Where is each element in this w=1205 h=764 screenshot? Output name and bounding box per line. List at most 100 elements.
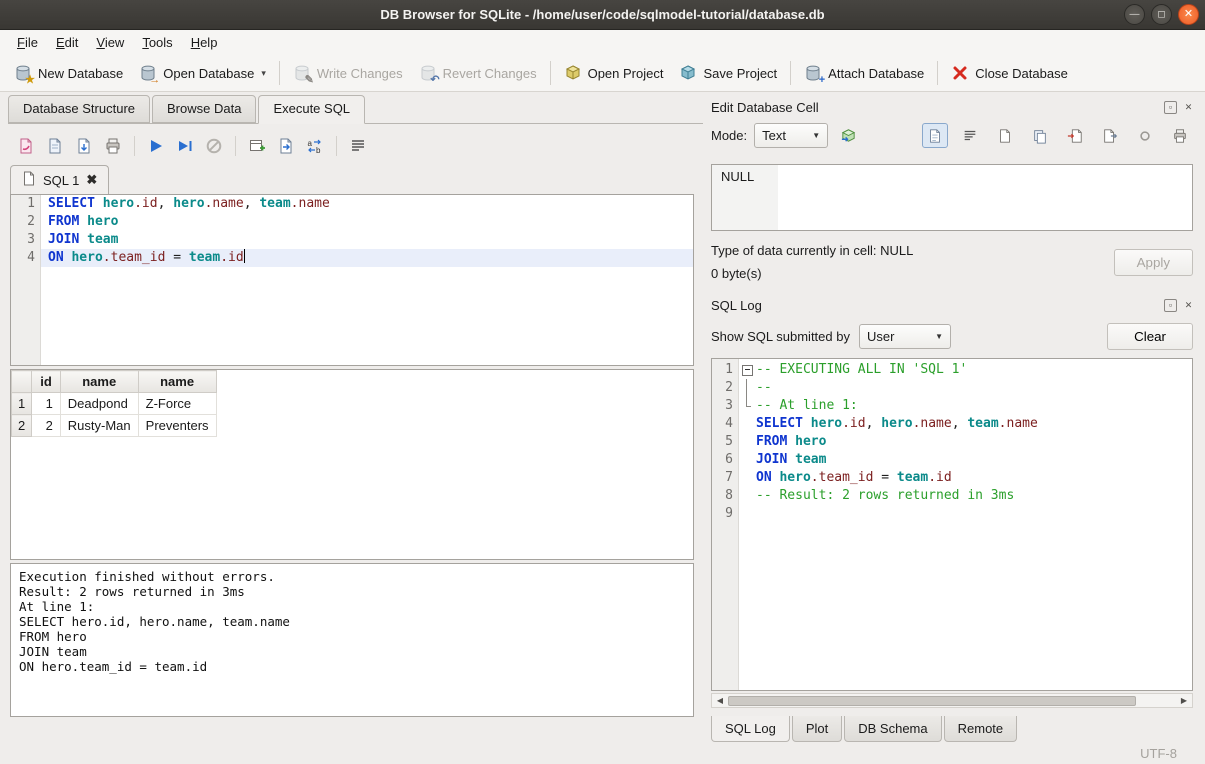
editor-line[interactable]: 4ON hero.team_id = team.id — [11, 249, 693, 267]
open-arrow-glyph: → — [149, 75, 160, 86]
bottom-tab-db-schema[interactable]: DB Schema — [844, 716, 941, 742]
import-data-button[interactable] — [835, 123, 861, 148]
open-in-editor-icon[interactable] — [992, 123, 1018, 148]
scroll-left-icon[interactable]: ◀ — [712, 696, 728, 705]
sql-doc-tab-close-icon[interactable]: ✖ — [86, 172, 97, 188]
sql-editor[interactable]: 1SELECT hero.id, hero.name, team.name2FR… — [10, 194, 694, 366]
menu-edit[interactable]: Edit — [47, 31, 87, 54]
tab-execute-sql[interactable]: Execute SQL — [258, 95, 365, 124]
results-cell[interactable]: Deadpond — [60, 393, 138, 415]
word-wrap-icon[interactable] — [348, 136, 368, 156]
edit-cell-toolbar: Mode: Text ▼ — [711, 123, 1193, 148]
menu-view[interactable]: View — [87, 31, 133, 54]
save-sql-file-icon[interactable] — [74, 136, 94, 156]
set-null-icon[interactable] — [1132, 123, 1158, 148]
find-replace-icon[interactable]: ab — [305, 136, 325, 156]
menu-tools[interactable]: Tools — [133, 31, 181, 54]
editor-line[interactable]: 1SELECT hero.id, hero.name, team.name — [11, 195, 693, 213]
sql-log-view[interactable]: 1-- EXECUTING ALL IN 'SQL 1'2--3-- At li… — [711, 358, 1193, 691]
sql-log-lines: 1-- EXECUTING ALL IN 'SQL 1'2--3-- At li… — [712, 359, 1192, 523]
editor-lines: 1SELECT hero.id, hero.name, team.name2FR… — [11, 195, 693, 267]
line-code[interactable]: SELECT hero.id, hero.name, team.name — [41, 195, 693, 213]
results-cell[interactable]: 1 — [32, 393, 61, 415]
toolbar-separator — [937, 61, 938, 85]
line-number: 2 — [712, 379, 739, 397]
export-results-icon[interactable] — [276, 136, 296, 156]
open-file-icon[interactable] — [45, 136, 65, 156]
apply-button: Apply — [1114, 249, 1193, 276]
text-mode-button[interactable] — [922, 123, 948, 148]
new-tab-icon[interactable] — [247, 136, 267, 156]
sql-log-filter-combobox[interactable]: User ▼ — [859, 324, 951, 349]
results-column-header[interactable]: name — [60, 371, 138, 393]
editor-line[interactable]: 2FROM hero — [11, 213, 693, 231]
results-cell[interactable]: Rusty-Man — [60, 415, 138, 437]
print-icon[interactable] — [103, 136, 123, 156]
menu-help[interactable]: Help — [182, 31, 227, 54]
line-code: JOIN team — [754, 451, 1192, 469]
fold-column — [739, 379, 754, 397]
revert-changes-label: Revert Changes — [443, 66, 537, 81]
line-code[interactable]: ON hero.team_id = team.id — [41, 249, 693, 267]
sql-log-float-icon[interactable]: ▫ — [1164, 299, 1177, 312]
sql-toolbar-separator — [134, 136, 135, 156]
open-project-button[interactable]: Open Project — [556, 59, 672, 87]
edit-cell-float-icon[interactable]: ▫ — [1164, 101, 1177, 114]
save-project-button[interactable]: Save Project — [671, 59, 785, 87]
log-line: 8-- Result: 2 rows returned in 3ms — [712, 487, 1192, 505]
results-column-header[interactable]: id — [32, 371, 61, 393]
sql-log-close-icon[interactable]: ✕ — [1182, 299, 1195, 312]
open-sql-file-icon[interactable] — [16, 136, 36, 156]
sql-log-horizontal-scrollbar[interactable]: ◀ ▶ — [711, 693, 1193, 708]
bottom-tab-plot[interactable]: Plot — [792, 716, 842, 742]
results-cell[interactable]: Z-Force — [138, 393, 216, 415]
export-cell-icon[interactable] — [1097, 123, 1123, 148]
minimize-button[interactable]: — — [1124, 4, 1145, 25]
mode-combobox[interactable]: Text ▼ — [754, 123, 828, 148]
open-database-button[interactable]: → Open Database ▾ — [131, 59, 274, 87]
menu-file[interactable]: File — [8, 31, 47, 54]
tab-database-structure[interactable]: Database Structure — [8, 95, 150, 123]
cell-editor[interactable]: NULL — [711, 164, 1193, 231]
line-number: 5 — [712, 433, 739, 451]
line-number: 3 — [11, 231, 41, 249]
row-number-header[interactable]: 2 — [12, 415, 32, 437]
line-code[interactable]: JOIN team — [41, 231, 693, 249]
line-number: 4 — [712, 415, 739, 433]
scroll-right-icon[interactable]: ▶ — [1176, 696, 1192, 705]
sql-toolbar-separator — [235, 136, 236, 156]
import-cell-icon[interactable] — [1062, 123, 1088, 148]
sql-toolbar: ab — [10, 128, 694, 163]
attach-database-button[interactable]: + Attach Database — [796, 59, 932, 87]
line-code[interactable]: FROM hero — [41, 213, 693, 231]
bottom-tab-remote[interactable]: Remote — [944, 716, 1018, 742]
tab-browse-data[interactable]: Browse Data — [152, 95, 256, 123]
fold-marker-icon[interactable] — [739, 361, 754, 379]
revert-changes-button: ↶ Revert Changes — [411, 59, 545, 87]
results-grid: idnamename 11DeadpondZ-Force22Rusty-ManP… — [10, 369, 694, 560]
row-number-header[interactable]: 1 — [12, 393, 32, 415]
bottom-tab-sql-log[interactable]: SQL Log — [711, 716, 790, 742]
pencil-glyph: ✎ — [305, 75, 314, 86]
execute-all-icon[interactable] — [146, 136, 166, 156]
close-database-button[interactable]: Close Database — [943, 59, 1076, 87]
clear-log-button[interactable]: Clear — [1107, 323, 1193, 350]
copy-icon[interactable] — [1027, 123, 1053, 148]
execute-current-line-icon[interactable] — [175, 136, 195, 156]
close-button[interactable]: ✕ — [1178, 4, 1199, 25]
results-cell[interactable]: 2 — [32, 415, 61, 437]
edit-cell-close-icon[interactable]: ✕ — [1182, 101, 1195, 114]
maximize-button[interactable]: ◻ — [1151, 4, 1172, 25]
editor-line[interactable]: 3JOIN team — [11, 231, 693, 249]
open-database-dropdown-icon[interactable]: ▾ — [261, 68, 266, 79]
undo-arrow-glyph: ↶ — [430, 75, 439, 86]
print-cell-icon[interactable] — [1167, 123, 1193, 148]
sql-log-filter-row: Show SQL submitted by User ▼ Clear — [711, 323, 1193, 350]
results-column-header[interactable]: name — [138, 371, 216, 393]
results-cell[interactable]: Preventers — [138, 415, 216, 437]
word-wrap-toggle-icon[interactable] — [957, 123, 983, 148]
sql-doc-tab[interactable]: SQL 1 ✖ — [10, 165, 109, 194]
new-database-button[interactable]: ★ New Database — [6, 59, 131, 87]
fold-column — [739, 469, 754, 487]
scrollbar-thumb[interactable] — [728, 696, 1136, 706]
